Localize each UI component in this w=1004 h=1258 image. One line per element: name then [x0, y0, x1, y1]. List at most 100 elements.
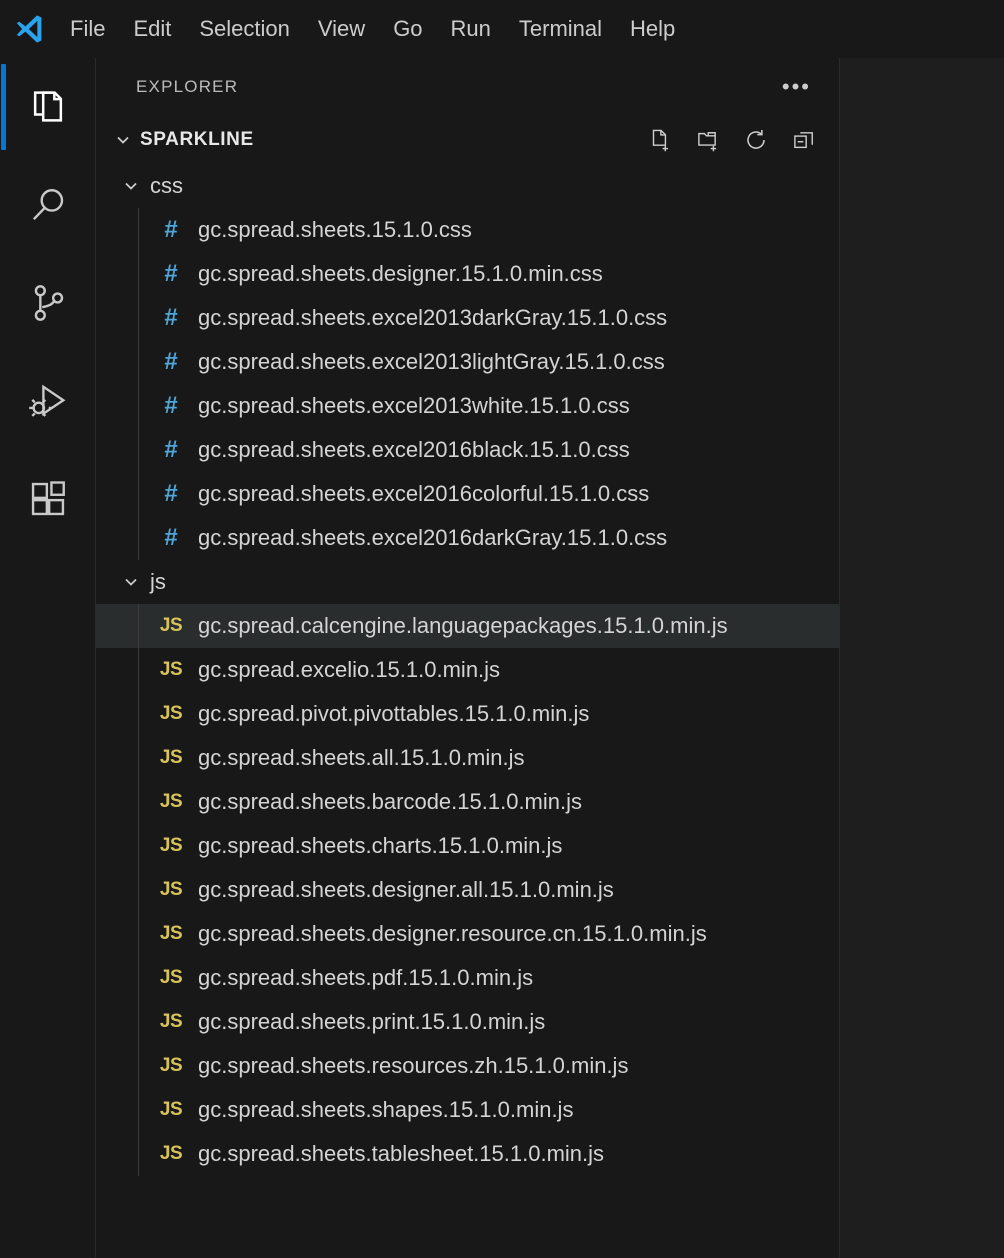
file-label: gc.spread.sheets.designer.resource.cn.15…	[198, 921, 707, 946]
menu-items: File Edit Selection View Go Run Terminal…	[56, 12, 689, 46]
activity-item-search[interactable]	[0, 156, 96, 254]
new-folder-icon[interactable]	[693, 125, 723, 155]
file-row[interactable]: JS gc.spread.calcengine.languagepackages…	[96, 604, 839, 648]
menu-item-edit[interactable]: Edit	[119, 12, 185, 46]
folder-row-css[interactable]: css	[96, 164, 839, 208]
indent-guide	[138, 1044, 139, 1088]
menu-item-view[interactable]: View	[304, 12, 379, 46]
file-row[interactable]: # gc.spread.sheets.15.1.0.css	[96, 208, 839, 252]
js-file-icon: JS	[159, 1055, 183, 1076]
js-file-icon: JS	[159, 1143, 183, 1164]
file-row[interactable]: JS gc.spread.pivot.pivottables.15.1.0.mi…	[96, 692, 839, 736]
file-row[interactable]: JS gc.spread.sheets.designer.resource.cn…	[96, 912, 839, 956]
file-row[interactable]: JS gc.spread.sheets.print.15.1.0.min.js	[96, 1000, 839, 1044]
indent-guide	[138, 692, 139, 736]
file-label: gc.spread.sheets.excel2013white.15.1.0.c…	[198, 393, 630, 418]
file-row[interactable]: # gc.spread.sheets.excel2016black.15.1.0…	[96, 428, 839, 472]
indent-guide	[138, 384, 139, 428]
folder-label: css	[150, 173, 183, 198]
activity-item-extensions[interactable]	[0, 450, 96, 548]
file-label: gc.spread.sheets.designer.all.15.1.0.min…	[198, 877, 614, 902]
workspace-root-label: SPARKLINE	[140, 129, 254, 150]
vscode-window: File Edit Selection View Go Run Terminal…	[0, 0, 1004, 1258]
activity-item-source-control[interactable]	[0, 254, 96, 352]
extensions-icon	[25, 476, 71, 522]
menu-item-selection[interactable]: Selection	[185, 12, 304, 46]
run-debug-icon	[25, 378, 71, 424]
js-file-icon: JS	[159, 879, 183, 900]
file-label: gc.spread.sheets.resources.zh.15.1.0.min…	[198, 1053, 629, 1078]
file-label: gc.spread.sheets.excel2016darkGray.15.1.…	[198, 525, 668, 550]
css-file-icon: #	[164, 392, 178, 419]
indent-guide	[138, 780, 139, 824]
file-row[interactable]: JS gc.spread.sheets.shapes.15.1.0.min.js	[96, 1088, 839, 1132]
indent-guide	[138, 736, 139, 780]
explorer-title: EXPLORER	[136, 77, 239, 96]
file-row[interactable]: JS gc.spread.sheets.all.15.1.0.min.js	[96, 736, 839, 780]
js-file-icon: JS	[159, 923, 183, 944]
explorer-more-actions-icon[interactable]: •••	[782, 76, 811, 98]
indent-guide	[138, 296, 139, 340]
file-row[interactable]: # gc.spread.sheets.excel2013darkGray.15.…	[96, 296, 839, 340]
indent-guide	[138, 604, 139, 648]
file-row[interactable]: JS gc.spread.excelio.15.1.0.min.js	[96, 648, 839, 692]
indent-guide	[138, 472, 139, 516]
js-file-icon: JS	[159, 703, 183, 724]
indent-guide	[138, 208, 139, 252]
file-row[interactable]: JS gc.spread.sheets.charts.15.1.0.min.js	[96, 824, 839, 868]
indent-guide	[138, 868, 139, 912]
menu-item-run[interactable]: Run	[437, 12, 505, 46]
file-row[interactable]: JS gc.spread.sheets.barcode.15.1.0.min.j…	[96, 780, 839, 824]
file-row[interactable]: JS gc.spread.sheets.tablesheet.15.1.0.mi…	[96, 1132, 839, 1176]
file-label: gc.spread.sheets.excel2016black.15.1.0.c…	[198, 437, 630, 462]
indent-guide	[138, 824, 139, 868]
file-label: gc.spread.sheets.designer.15.1.0.min.css	[198, 261, 603, 286]
chevron-down-icon[interactable]	[118, 569, 144, 595]
workspace-root-row[interactable]: SPARKLINE	[96, 116, 839, 164]
collapse-all-icon[interactable]	[789, 125, 819, 155]
file-row[interactable]: JS gc.spread.sheets.designer.all.15.1.0.…	[96, 868, 839, 912]
folder-row-js[interactable]: js	[96, 560, 839, 604]
file-label: gc.spread.excelio.15.1.0.min.js	[198, 657, 501, 682]
vscode-logo-icon	[0, 12, 56, 46]
indent-guide	[138, 1088, 139, 1132]
menu-item-help[interactable]: Help	[616, 12, 689, 46]
activity-item-explorer[interactable]	[0, 58, 96, 156]
js-file-icon: JS	[159, 615, 183, 636]
indent-guide	[138, 912, 139, 956]
menu-bar: File Edit Selection View Go Run Terminal…	[0, 0, 1004, 58]
menu-item-go[interactable]: Go	[379, 12, 436, 46]
file-label: gc.spread.sheets.tablesheet.15.1.0.min.j…	[198, 1141, 605, 1166]
activity-item-run-and-debug[interactable]	[0, 352, 96, 450]
refresh-icon[interactable]	[741, 125, 771, 155]
indent-guide	[138, 1132, 139, 1176]
file-row[interactable]: # gc.spread.sheets.designer.15.1.0.min.c…	[96, 252, 839, 296]
new-file-icon[interactable]	[645, 125, 675, 155]
menu-item-terminal[interactable]: Terminal	[505, 12, 616, 46]
file-row[interactable]: JS gc.spread.sheets.resources.zh.15.1.0.…	[96, 1044, 839, 1088]
js-file-icon: JS	[159, 791, 183, 812]
file-label: gc.spread.sheets.excel2013lightGray.15.1…	[198, 349, 665, 374]
menu-item-file[interactable]: File	[56, 12, 119, 46]
file-row[interactable]: JS gc.spread.sheets.pdf.15.1.0.min.js	[96, 956, 839, 1000]
file-row[interactable]: # gc.spread.sheets.excel2013lightGray.15…	[96, 340, 839, 384]
js-file-icon: JS	[159, 835, 183, 856]
file-row[interactable]: # gc.spread.sheets.excel2016colorful.15.…	[96, 472, 839, 516]
css-file-icon: #	[164, 480, 178, 507]
indent-guide	[138, 428, 139, 472]
file-row[interactable]: # gc.spread.sheets.excel2016darkGray.15.…	[96, 516, 839, 560]
chevron-down-icon[interactable]	[118, 173, 144, 199]
file-label: gc.spread.sheets.shapes.15.1.0.min.js	[198, 1097, 574, 1122]
file-label: gc.spread.calcengine.languagepackages.15…	[198, 613, 728, 638]
indent-guide	[138, 956, 139, 1000]
js-file-icon: JS	[159, 747, 183, 768]
css-file-icon: #	[164, 304, 178, 331]
indent-guide	[138, 1000, 139, 1044]
editor-area[interactable]	[841, 58, 1004, 1258]
css-file-icon: #	[164, 260, 178, 287]
file-row[interactable]: # gc.spread.sheets.excel2013white.15.1.0…	[96, 384, 839, 428]
css-file-icon: #	[164, 524, 178, 551]
chevron-down-icon[interactable]	[110, 127, 136, 153]
indent-guide	[138, 252, 139, 296]
js-file-icon: JS	[159, 1011, 183, 1032]
